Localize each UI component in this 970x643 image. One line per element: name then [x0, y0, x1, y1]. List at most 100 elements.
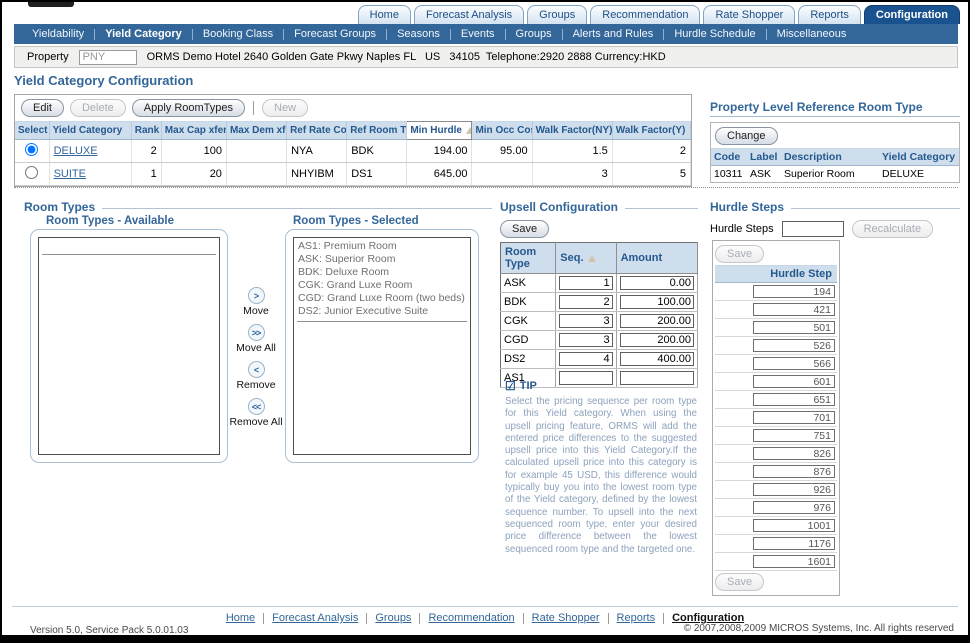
hurdle-step-input[interactable] — [753, 285, 835, 298]
list-item[interactable]: CGK: Grand Luxe Room — [295, 279, 469, 292]
property-info: ORMS Demo Hotel 2640 Golden Gate Pkwy Na… — [147, 51, 666, 63]
column-header-ref-rate-code[interactable]: Ref Rate Code — [287, 122, 347, 140]
seq-input[interactable] — [559, 333, 612, 347]
column-header-max-dem-xfer[interactable]: Max Dem xfer — [226, 122, 286, 140]
upsell-save-button[interactable]: Save — [500, 220, 549, 238]
move-icon[interactable]: > — [248, 287, 265, 304]
table-row: DELUXE 2 100 NYA BDK 194.00 95.00 1.5 2 — [15, 140, 691, 163]
hurdle-step-input[interactable] — [753, 447, 835, 460]
selected-room-types-listbox[interactable]: AS1: Premium Room ASK: Superior Room BDK… — [293, 237, 471, 455]
edit-button[interactable]: Edit — [21, 99, 64, 117]
tab-recommendation[interactable]: Recommendation — [590, 5, 700, 24]
column-header-amount[interactable]: Amount — [616, 243, 697, 274]
reference-room-type-table: Code Label Description Yield Category 10… — [711, 148, 959, 182]
tab-home[interactable]: Home — [358, 5, 411, 24]
subnav-seasons[interactable]: Seasons — [387, 28, 450, 40]
hurdle-step-input[interactable] — [753, 465, 835, 478]
new-button[interactable]: New — [262, 99, 308, 117]
hurdle-step-row — [715, 517, 837, 535]
seq-input[interactable] — [559, 295, 612, 309]
remove-icon[interactable]: < — [248, 361, 265, 378]
subnav-booking-class[interactable]: Booking Class — [193, 28, 283, 40]
move-button-label[interactable]: Move — [243, 305, 269, 317]
amount-input[interactable] — [620, 276, 694, 290]
room-type-cell: CGK — [501, 312, 556, 331]
column-header-walk-factor-y[interactable]: Walk Factor(Y) — [612, 122, 690, 140]
footer-link-reports[interactable]: Reports — [617, 612, 656, 624]
delete-button[interactable]: Delete — [70, 99, 126, 117]
column-header-yield-category[interactable]: Yield Category — [49, 122, 131, 140]
separator — [419, 613, 420, 624]
select-radio[interactable] — [25, 166, 38, 179]
subnav-hurdle-schedule[interactable]: Hurdle Schedule — [664, 28, 765, 40]
hurdle-steps-title: Hurdle Steps — [710, 200, 960, 214]
remove-button-label[interactable]: Remove — [236, 379, 275, 391]
hurdle-step-input[interactable] — [753, 519, 835, 532]
list-item[interactable]: BDK: Deluxe Room — [295, 266, 469, 279]
hurdle-step-input[interactable] — [753, 375, 835, 388]
move-all-button-label[interactable]: Move All — [236, 342, 276, 354]
ref-room-type-cell: DS1 — [347, 163, 407, 186]
list-item[interactable]: AS1: Premium Room — [295, 240, 469, 253]
amount-input[interactable] — [620, 295, 694, 309]
hurdle-step-input[interactable] — [753, 537, 835, 550]
select-radio[interactable] — [25, 143, 38, 156]
column-header-min-occ-cost[interactable]: Min Occ Cost — [472, 122, 532, 140]
footer-link-rate-shopper[interactable]: Rate Shopper — [532, 612, 600, 624]
amount-input[interactable] — [620, 352, 694, 366]
apply-roomtypes-button[interactable]: Apply RoomTypes — [132, 99, 245, 117]
hurdle-step-input[interactable] — [753, 483, 835, 496]
hurdle-step-input[interactable] — [753, 501, 835, 514]
subnav-events[interactable]: Events — [451, 28, 505, 40]
column-header-max-cap-xfer[interactable]: Max Cap xfer — [161, 122, 226, 140]
list-item[interactable]: CGD: Grand Luxe Room (two beds) — [295, 292, 469, 305]
subnav-alerts-and-rules[interactable]: Alerts and Rules — [563, 28, 664, 40]
seq-input[interactable] — [559, 352, 612, 366]
recalculate-button[interactable]: Recalculate — [852, 220, 933, 238]
yield-category-link[interactable]: DELUXE — [54, 145, 98, 157]
available-room-types-listbox[interactable] — [38, 237, 220, 455]
subnav-yield-category[interactable]: Yield Category — [95, 28, 192, 40]
hurdle-save-button-bottom[interactable]: Save — [715, 573, 764, 591]
seq-input[interactable] — [559, 276, 612, 290]
column-header-ref-room-type[interactable]: Ref Room Type — [347, 122, 407, 140]
hurdle-steps-count-input[interactable] — [782, 221, 844, 237]
column-header-seq[interactable]: Seq. — [556, 243, 616, 274]
remove-all-button-label[interactable]: Remove All — [229, 416, 282, 428]
column-header-min-hurdle[interactable]: Min Hurdle — [407, 122, 472, 140]
subnav-miscellaneous[interactable]: Miscellaneous — [767, 28, 857, 40]
subnav-yieldability[interactable]: Yieldability — [22, 28, 94, 40]
amount-input[interactable] — [620, 333, 694, 347]
remove-all-icon[interactable]: << — [248, 398, 265, 415]
hurdle-step-input[interactable] — [753, 429, 835, 442]
tab-forecast-analysis[interactable]: Forecast Analysis — [414, 5, 524, 24]
property-input[interactable] — [79, 50, 137, 65]
hurdle-save-button-top[interactable]: Save — [715, 245, 764, 263]
column-header-rank[interactable]: Rank — [131, 122, 161, 140]
hurdle-step-input[interactable] — [753, 555, 835, 568]
list-item[interactable]: DS2: Junior Executive Suite — [295, 305, 469, 318]
subnav-forecast-groups[interactable]: Forecast Groups — [284, 28, 386, 40]
footer-link-recommendation[interactable]: Recommendation — [428, 612, 514, 624]
move-all-icon[interactable]: >> — [248, 324, 265, 341]
tab-groups[interactable]: Groups — [527, 5, 587, 24]
footer-link-groups[interactable]: Groups — [375, 612, 411, 624]
list-item[interactable]: ASK: Superior Room — [295, 253, 469, 266]
hurdle-step-input[interactable] — [753, 411, 835, 424]
tab-rate-shopper[interactable]: Rate Shopper — [703, 5, 795, 24]
footer-link-forecast-analysis[interactable]: Forecast Analysis — [272, 612, 358, 624]
hurdle-step-input[interactable] — [753, 357, 835, 370]
tab-configuration[interactable]: Configuration — [864, 5, 960, 24]
subnav-groups[interactable]: Groups — [506, 28, 562, 40]
amount-input[interactable] — [620, 314, 694, 328]
column-header-walk-factor-ny[interactable]: Walk Factor(NY) — [532, 122, 612, 140]
hurdle-step-input[interactable] — [753, 303, 835, 316]
hurdle-step-input[interactable] — [753, 321, 835, 334]
footer-link-home[interactable]: Home — [226, 612, 255, 624]
tab-reports[interactable]: Reports — [798, 5, 861, 24]
seq-input[interactable] — [559, 314, 612, 328]
yield-category-link[interactable]: SUITE — [54, 168, 86, 180]
change-button[interactable]: Change — [715, 127, 778, 145]
hurdle-step-input[interactable] — [753, 339, 835, 352]
hurdle-step-input[interactable] — [753, 393, 835, 406]
